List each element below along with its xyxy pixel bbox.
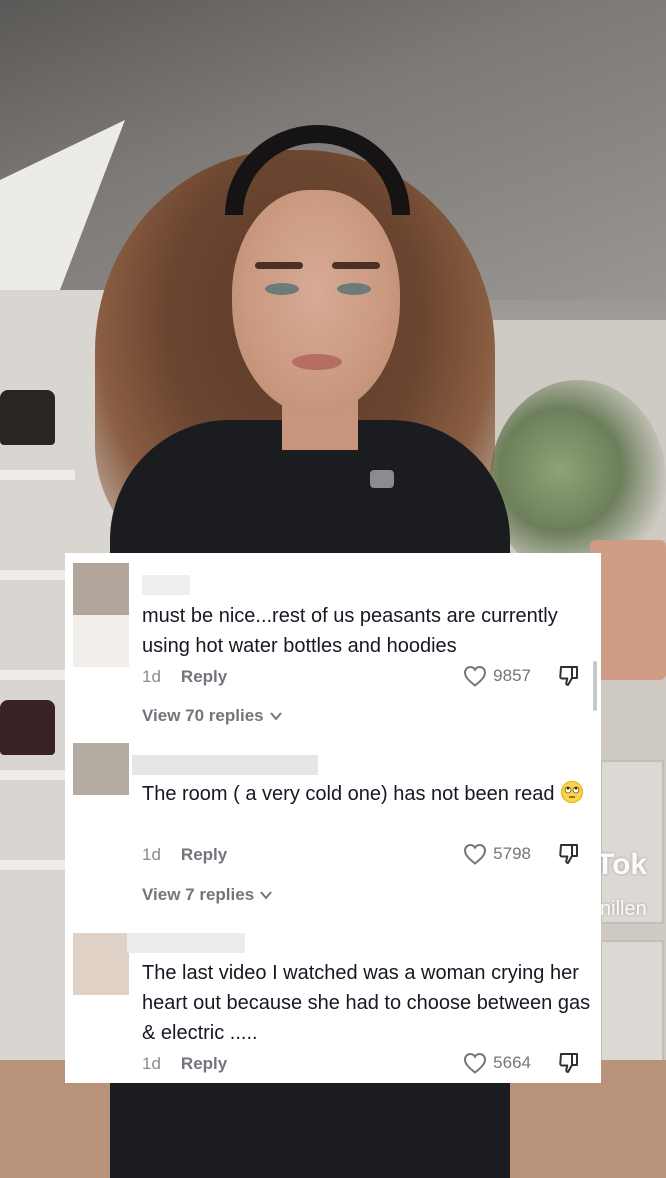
watermark-brand: Tok (596, 848, 648, 881)
avatar[interactable] (73, 743, 129, 795)
username-redacted[interactable] (142, 575, 190, 595)
avatar[interactable] (73, 933, 129, 995)
like-button[interactable]: 5664 (463, 1052, 531, 1074)
eyebrow (255, 262, 303, 269)
shelf-board (0, 570, 75, 580)
comment-meta: 1d Reply (142, 845, 227, 865)
like-button[interactable]: 5798 (463, 843, 531, 865)
eyebrow (332, 262, 380, 269)
chevron-down-icon (260, 891, 272, 900)
reply-button[interactable]: Reply (181, 667, 227, 686)
reply-button[interactable]: Reply (181, 845, 227, 864)
heart-outline-icon (464, 1052, 487, 1074)
comment-meta: 1d Reply (142, 1054, 227, 1074)
like-count: 5664 (493, 1053, 531, 1072)
heart-outline-icon (464, 843, 487, 865)
thumbs-down-outline-icon[interactable] (557, 664, 581, 688)
comments-panel: must be nice...rest of us peasants are c… (65, 553, 601, 1083)
rolling-eyes-emoji (561, 781, 584, 803)
brooch (370, 470, 394, 488)
reply-button[interactable]: Reply (181, 1054, 227, 1073)
comment-age: 1d (142, 1054, 161, 1073)
comment-text: The last video I watched was a woman cry… (142, 962, 591, 1044)
like-count: 5798 (493, 844, 531, 863)
shelf-board (0, 770, 75, 780)
shelf-board (0, 470, 75, 480)
woman-face (232, 190, 400, 415)
shelf-board (0, 670, 75, 680)
username-redacted[interactable] (127, 933, 245, 953)
view-replies-label: View 7 replies (142, 885, 255, 904)
shelf-board (0, 860, 75, 870)
username-redacted[interactable] (132, 755, 318, 775)
lips (292, 354, 342, 370)
comment-meta: 1d Reply (142, 667, 227, 687)
handbag (0, 700, 55, 755)
heart-outline-icon (464, 665, 487, 687)
avatar[interactable] (73, 563, 129, 615)
avatar-blur (73, 615, 129, 667)
like-button[interactable]: 9857 (463, 665, 531, 687)
view-replies-button[interactable]: View 7 replies (142, 885, 274, 905)
thumbs-down-outline-icon[interactable] (557, 842, 581, 866)
view-replies-label: View 70 replies (142, 706, 264, 725)
comment-age: 1d (142, 667, 161, 686)
like-count: 9857 (493, 666, 531, 685)
comment-text-body: The room ( a very cold one) has not been… (142, 783, 555, 805)
comment-text: The room ( a very cold one) has not been… (142, 779, 592, 809)
thumbs-down-outline-icon[interactable] (557, 1051, 581, 1075)
plant-pot (590, 540, 666, 680)
eye (337, 283, 371, 295)
scrollbar[interactable] (593, 661, 597, 711)
comment-age: 1d (142, 845, 161, 864)
handbag (0, 390, 55, 445)
eye (265, 283, 299, 295)
view-replies-button[interactable]: View 70 replies (142, 706, 284, 726)
watermark-username: nillen (600, 898, 647, 920)
chevron-down-icon (269, 712, 282, 721)
comment-text: must be nice...rest of us peasants are c… (142, 605, 558, 657)
